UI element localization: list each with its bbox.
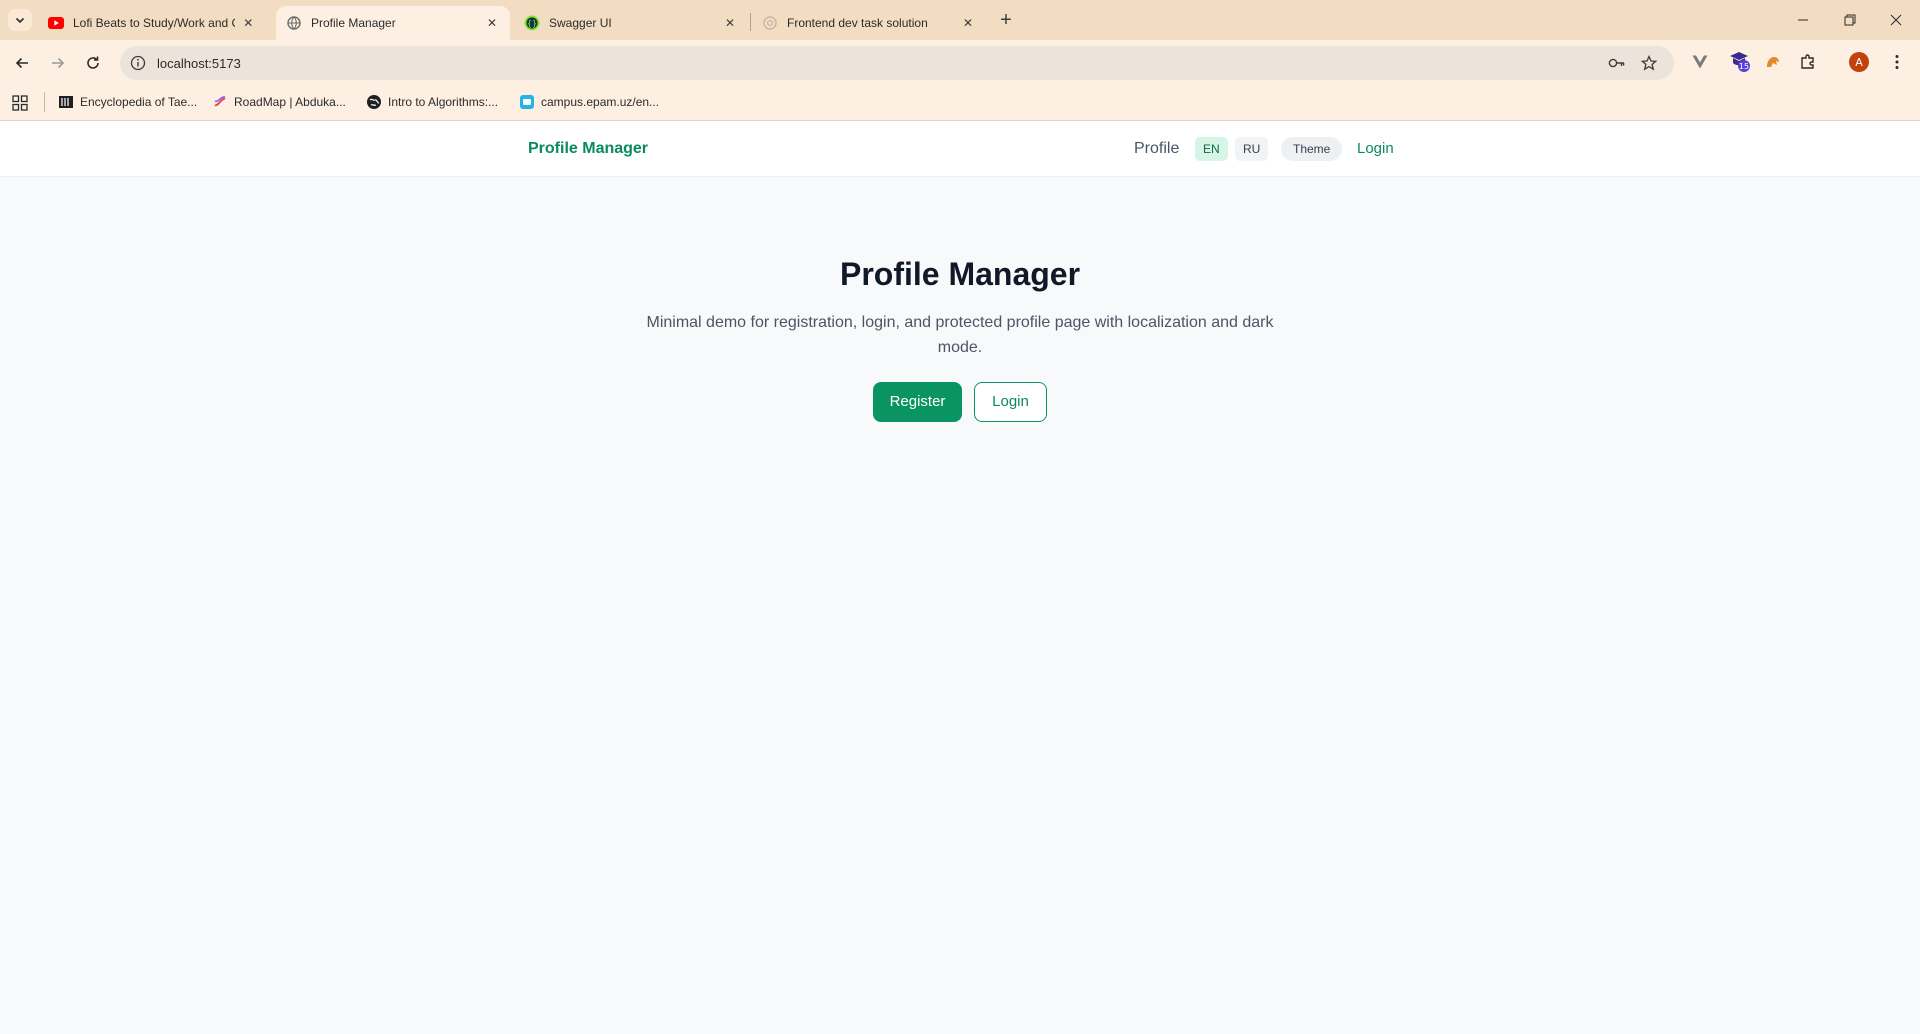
close-icon[interactable]: ✕	[241, 15, 256, 31]
apps-grid-icon[interactable]	[12, 95, 28, 111]
tab-title: Lofi Beats to Study/Work and C	[73, 16, 235, 30]
browser-toolbar: localhost:5173	[0, 40, 1920, 86]
minimize-button[interactable]	[1780, 6, 1826, 34]
close-icon[interactable]: ✕	[960, 15, 976, 31]
tab-profile-manager[interactable]: Profile Manager ✕	[276, 6, 510, 40]
svg-text:{}: {}	[527, 19, 537, 28]
lang-en-button[interactable]: EN	[1195, 137, 1228, 161]
close-icon	[1890, 14, 1902, 26]
lang-ru-button[interactable]: RU	[1235, 137, 1269, 161]
theme-toggle-button[interactable]: Theme	[1281, 137, 1343, 161]
minimize-icon	[1798, 19, 1808, 21]
url-text[interactable]: localhost:5173	[157, 56, 241, 71]
restore-button[interactable]	[1827, 6, 1873, 34]
chevron-down-icon	[15, 17, 25, 24]
tab-swagger[interactable]: {} Swagger UI ✕	[514, 6, 748, 40]
new-tab-button[interactable]: +	[994, 8, 1018, 32]
tab-title: Swagger UI	[549, 16, 612, 30]
profile-avatar[interactable]: A	[1849, 52, 1869, 72]
bookmark-algorithms[interactable]: Intro to Algorithms:...	[366, 94, 498, 110]
close-icon[interactable]: ✕	[484, 15, 500, 31]
page-title: Profile Manager	[839, 256, 1081, 292]
bookmark-encyclopedia[interactable]: Encyclopedia of Tae...	[58, 94, 197, 110]
puzzle-icon[interactable]	[1798, 52, 1818, 72]
plus-icon: +	[1000, 8, 1012, 31]
bookmark-campus[interactable]: campus.epam.uz/en...	[519, 94, 659, 110]
nav-login-link[interactable]: Login	[1357, 140, 1394, 157]
youtube-icon	[48, 15, 64, 31]
chatgpt-icon	[762, 15, 778, 31]
bookmarks-bar: Encyclopedia of Tae... RoadMap | Abduka.…	[0, 86, 1920, 121]
nav-profile-link[interactable]: Profile	[1134, 140, 1179, 158]
page-subtitle: Minimal demo for registration, login, an…	[646, 314, 1274, 356]
globe-icon	[286, 15, 302, 31]
reload-icon	[87, 56, 99, 69]
reload-button[interactable]	[79, 49, 107, 77]
fox-extension-icon[interactable]	[1763, 52, 1783, 72]
tab-separator	[750, 13, 751, 31]
roadmap-icon	[212, 94, 228, 110]
campus-icon	[519, 94, 535, 110]
tab-title: Profile Manager	[311, 16, 396, 30]
close-icon[interactable]: ✕	[722, 15, 738, 31]
bookmark-label: Intro to Algorithms:...	[388, 95, 499, 109]
bookmark-label: campus.epam.uz/en...	[541, 95, 660, 109]
arrow-left-icon	[15, 57, 28, 69]
bookmark-label: Encyclopedia of Tae...	[80, 95, 198, 109]
tab-title: Frontend dev task solution	[787, 16, 928, 30]
bookmark-label: RoadMap | Abduka...	[234, 95, 346, 109]
restore-icon	[1844, 14, 1856, 26]
tab-frontend-task[interactable]: Frontend dev task solution ✕	[752, 6, 986, 40]
site-info-icon[interactable]	[130, 55, 146, 71]
bookmark-roadmap[interactable]: RoadMap | Abduka...	[212, 94, 346, 110]
menu-kebab-icon[interactable]	[1887, 52, 1907, 72]
brand-link[interactable]: Profile Manager	[528, 140, 648, 158]
profile-initial: A	[1855, 56, 1863, 69]
extension-badge-count: 15	[1739, 62, 1749, 71]
globe-dark-icon	[366, 94, 382, 110]
address-bar[interactable]: localhost:5173	[120, 46, 1674, 80]
star-icon[interactable]	[1640, 54, 1658, 72]
key-icon[interactable]	[1608, 54, 1626, 72]
forward-button[interactable]	[44, 49, 72, 77]
book-icon	[58, 94, 74, 110]
bookmarks-divider	[44, 92, 45, 112]
tab-search-button[interactable]	[8, 9, 32, 31]
back-button[interactable]	[8, 49, 36, 77]
vue-devtools-icon[interactable]	[1690, 52, 1710, 72]
app-header: Profile Manager Profile EN RU Theme Logi…	[0, 121, 1920, 177]
arrow-right-icon	[52, 57, 65, 69]
register-button[interactable]: Register	[873, 382, 962, 422]
tab-lofi[interactable]: Lofi Beats to Study/Work and C ✕	[38, 6, 266, 40]
swagger-icon: {}	[524, 15, 540, 31]
login-button[interactable]: Login	[974, 382, 1047, 422]
window-close-button[interactable]	[1873, 6, 1919, 34]
extension-badge-icon[interactable]: 15	[1727, 52, 1753, 72]
browser-tab-strip: Lofi Beats to Study/Work and C ✕ Profile…	[0, 0, 1920, 40]
